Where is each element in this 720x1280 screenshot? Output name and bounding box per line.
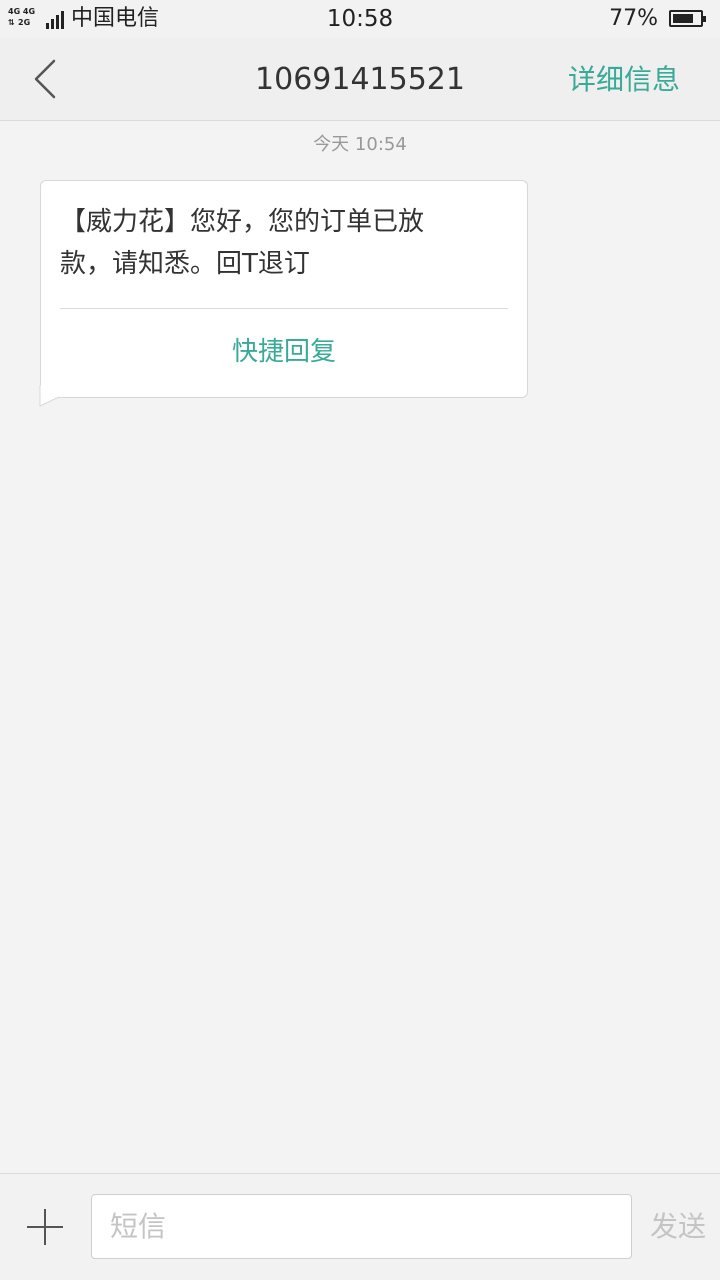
conversation-title: 10691415521: [255, 62, 465, 97]
sms-conversation-screen: 4G 4G 2G ⇅ 中国电信 10:58 77% 10691415521 详细…: [0, 0, 720, 1280]
message-text-line: 款，请知悉。回T退订: [60, 249, 310, 279]
bubble-tail-icon: [39, 385, 60, 407]
battery-percent: 77%: [609, 6, 658, 31]
message-text-line: 【威力花】您好，您的订单已放: [60, 207, 425, 237]
sms-input[interactable]: [91, 1194, 632, 1259]
message-text[interactable]: 【威力花】您好，您的订单已放 款，请知悉。回T退订: [60, 201, 510, 285]
chevron-left-icon: [34, 59, 56, 99]
battery-icon: [669, 10, 706, 27]
quick-reply-button[interactable]: 快捷回复: [41, 332, 527, 372]
battery-fill: [673, 14, 693, 23]
plus-icon: [27, 1209, 63, 1245]
back-button[interactable]: [26, 54, 66, 104]
battery-tip: [703, 16, 706, 22]
status-bar: 4G 4G 2G ⇅ 中国电信 10:58 77%: [0, 0, 720, 38]
message-composer: 发送: [0, 1173, 720, 1280]
bubble-divider: [60, 308, 508, 309]
conversation-header: 10691415521 详细信息: [0, 38, 720, 121]
send-button[interactable]: 发送: [650, 1207, 706, 1247]
message-timestamp: 今天 10:54: [313, 134, 407, 155]
add-attachment-button[interactable]: [25, 1207, 65, 1247]
message-bubble: 【威力花】您好，您的订单已放 款，请知悉。回T退订 快捷回复: [40, 180, 528, 398]
details-button[interactable]: 详细信息: [568, 60, 680, 100]
